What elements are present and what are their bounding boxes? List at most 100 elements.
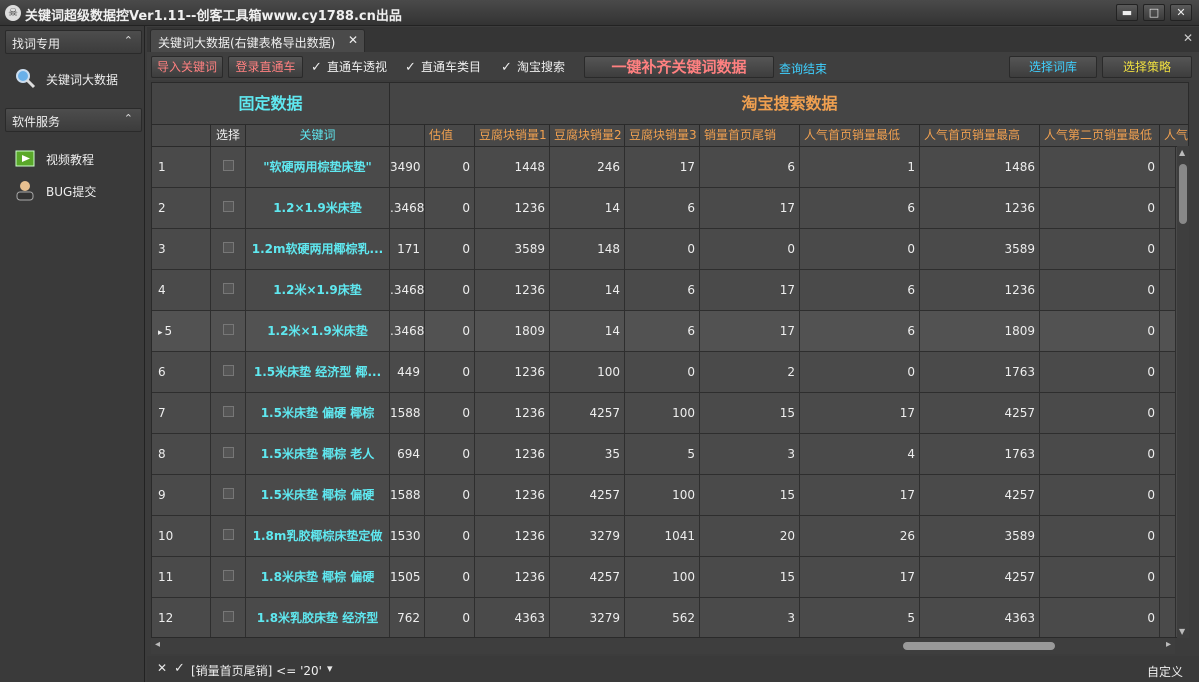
scroll-left-icon[interactable]: ◂ [155,639,160,650]
data-cell[interactable]: 3589 [475,229,550,270]
import-keywords-button[interactable]: 导入关键词 [151,56,223,78]
data-cell[interactable]: 1236 [475,557,550,598]
table-row[interactable]: 8 1.5米床垫 椰棕 老人 694 0 1236 35 5 3 4 1763 0 [152,434,1176,475]
data-cell[interactable]: 0 [1040,393,1160,434]
column-header[interactable]: 豆腐块销量3 [625,125,700,147]
filter-enabled-checkbox[interactable]: ✓ [174,661,185,676]
data-cell[interactable]: 0 [425,598,475,637]
data-cell[interactable]: 17 [700,311,800,352]
data-cell[interactable]: 4257 [550,475,625,516]
data-cell[interactable]: 0 [1040,270,1160,311]
data-cell[interactable]: 1505 [390,557,425,598]
keyword-cell[interactable]: 1.8米乳胶床垫 经济型 [246,598,390,637]
data-cell[interactable]: .3468 [390,270,425,311]
filter-expression[interactable]: [销量首页尾销] <= '20' [191,662,322,679]
keyword-cell[interactable]: 1.5米床垫 椰棕 偏硬 [246,475,390,516]
horizontal-scroll-thumb[interactable] [903,642,1055,650]
row-checkbox[interactable] [222,160,234,171]
data-cell[interactable]: 0 [800,352,920,393]
data-cell[interactable]: 1809 [920,311,1040,352]
data-cell[interactable]: 3279 [550,516,625,557]
select-word-library-button[interactable]: 选择词库 [1009,56,1097,78]
data-cell[interactable]: 0 [425,270,475,311]
maximize-button[interactable]: □ [1143,4,1165,21]
data-cell[interactable]: 0 [425,434,475,475]
data-cell[interactable]: 3 [700,434,800,475]
keyword-cell[interactable]: 1.8m乳胶椰棕床垫定做 [246,516,390,557]
data-cell[interactable]: 100 [550,352,625,393]
column-header[interactable]: 人气首页销量最低 [800,125,920,147]
section-find-words[interactable]: 找词专用 ⌃ [5,30,142,54]
table-row[interactable]: 7 1.5米床垫 偏硬 椰棕 1588 0 1236 4257 100 15 17 4257 0 [152,393,1176,434]
data-cell[interactable] [1160,598,1176,637]
data-cell[interactable]: 449 [390,352,425,393]
row-checkbox[interactable] [222,242,234,253]
keyword-cell[interactable]: 1.2米×1.9床垫 [246,270,390,311]
data-cell[interactable]: 0 [425,188,475,229]
data-cell[interactable]: 3589 [920,229,1040,270]
data-cell[interactable] [1160,434,1176,475]
data-cell[interactable]: 1236 [475,516,550,557]
data-cell[interactable]: 6 [800,270,920,311]
column-header[interactable]: 人气 [1160,125,1188,147]
table-row[interactable]: 4 1.2米×1.9床垫 .3468 0 1236 14 6 17 6 1236 0 [152,270,1176,311]
data-cell[interactable]: 3589 [920,516,1040,557]
data-cell[interactable]: 15 [700,475,800,516]
data-cell[interactable]: 3279 [550,598,625,637]
section-software-service[interactable]: 软件服务 ⌃ [5,108,142,132]
data-cell[interactable]: 6 [800,188,920,229]
data-cell[interactable]: 3490 [390,147,425,188]
data-cell[interactable]: 1588 [390,393,425,434]
data-cell[interactable]: 0 [425,311,475,352]
data-cell[interactable]: 1236 [920,188,1040,229]
table-row[interactable]: 9 1.5米床垫 椰棕 偏硬 1588 0 1236 4257 100 15 17 4257 0 [152,475,1176,516]
data-cell[interactable]: 17 [700,270,800,311]
fill-keyword-data-button[interactable]: 一键补齐关键词数据 [584,56,774,78]
data-cell[interactable]: 1236 [475,475,550,516]
data-cell[interactable]: 0 [700,229,800,270]
data-cell[interactable]: .3468 [390,311,425,352]
data-cell[interactable]: 0 [1040,557,1160,598]
data-cell[interactable]: 100 [625,557,700,598]
data-cell[interactable]: 17 [625,147,700,188]
data-cell[interactable]: 0 [425,147,475,188]
select-strategy-button[interactable]: 选择策略 [1102,56,1192,78]
row-checkbox[interactable] [222,283,234,294]
data-cell[interactable]: 171 [390,229,425,270]
data-cell[interactable]: 0 [1040,598,1160,637]
data-cell[interactable]: 0 [425,516,475,557]
data-cell[interactable]: 148 [550,229,625,270]
vertical-scroll-thumb[interactable] [1179,164,1187,224]
data-cell[interactable]: 0 [1040,475,1160,516]
data-cell[interactable]: 0 [1040,229,1160,270]
data-cell[interactable]: 26 [800,516,920,557]
data-cell[interactable]: 1 [800,147,920,188]
data-cell[interactable]: 0 [425,229,475,270]
data-cell[interactable]: 4257 [550,393,625,434]
data-cell[interactable]: 17 [700,188,800,229]
table-row[interactable]: 12 1.8米乳胶床垫 经济型 762 0 4363 3279 562 3 5 4363 0 [152,598,1176,637]
data-cell[interactable]: 15 [700,393,800,434]
close-button[interactable]: ✕ [1170,4,1192,21]
data-cell[interactable]: 1236 [475,270,550,311]
keyword-cell[interactable]: 1.2m软硬两用椰棕乳... [246,229,390,270]
sidebar-item-keyword-data[interactable]: 关键词大数据 [14,66,139,92]
data-cell[interactable]: 35 [550,434,625,475]
data-cell[interactable]: 1486 [920,147,1040,188]
row-checkbox[interactable] [222,611,234,622]
data-cell[interactable] [1160,393,1176,434]
data-cell[interactable]: 17 [800,393,920,434]
data-cell[interactable]: 17 [800,557,920,598]
data-cell[interactable]: 0 [425,475,475,516]
data-cell[interactable]: 1763 [920,352,1040,393]
tab-keyword-data[interactable]: 关键词大数据(右键表格导出数据) ✕ [150,29,365,52]
data-cell[interactable]: 1041 [625,516,700,557]
keyword-cell[interactable]: 1.5米床垫 椰棕 老人 [246,434,390,475]
data-cell[interactable]: 0 [425,352,475,393]
data-cell[interactable] [1160,311,1176,352]
data-cell[interactable]: 1236 [475,434,550,475]
data-cell[interactable]: 1236 [475,352,550,393]
data-cell[interactable]: 5 [625,434,700,475]
data-cell[interactable]: 15 [700,557,800,598]
data-cell[interactable]: 6 [800,311,920,352]
